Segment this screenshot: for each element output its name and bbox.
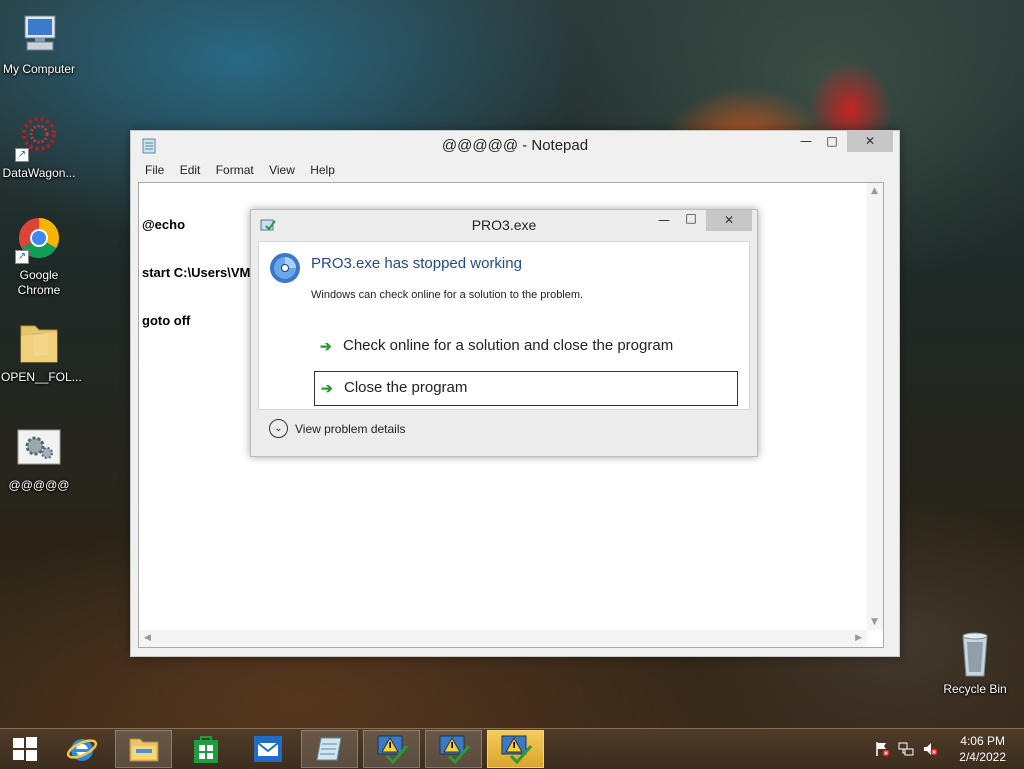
notepad-title: @@@@@ - Notepad xyxy=(441,137,589,154)
internet-explorer-icon xyxy=(66,739,97,761)
desktop-icon-settings-file[interactable]: @@@@@ xyxy=(1,426,77,493)
dialog-footer: ⌄ View problem details xyxy=(258,409,748,448)
scroll-left-icon[interactable]: ◀ xyxy=(144,633,151,643)
menu-format[interactable]: Format xyxy=(210,161,260,177)
desktop-icon-label: DataWagon... xyxy=(2,166,76,180)
chrome-icon: ↗ xyxy=(15,216,63,264)
view-problem-details-link[interactable]: View problem details xyxy=(295,422,406,436)
program-warning-icon xyxy=(377,735,408,764)
menu-file[interactable]: File xyxy=(139,161,170,177)
taskbar-internet-explorer[interactable] xyxy=(53,730,110,768)
desktop-icon-open-folder[interactable]: OPEN__FOL... xyxy=(1,318,82,385)
desktop-icon-label: OPEN__FOL... xyxy=(1,370,82,384)
clock-time: 4:06 PM xyxy=(960,734,1005,748)
close-button[interactable]: ✕ xyxy=(706,210,752,231)
taskbar-mail[interactable] xyxy=(239,730,296,768)
scroll-up-icon[interactable]: ▲ xyxy=(871,186,878,196)
desktop-icon-label: Chrome xyxy=(17,283,61,297)
windows-logo-icon xyxy=(13,737,37,761)
error-heading: PRO3.exe has stopped working xyxy=(311,255,522,272)
chevron-down-icon[interactable]: ⌄ xyxy=(269,419,288,438)
taskbar-notepad[interactable] xyxy=(301,730,358,768)
close-program-button[interactable]: ➔ Close the program xyxy=(314,371,738,406)
taskbar-pro3-window-2[interactable] xyxy=(425,730,482,768)
desktop-icon-label: Recycle Bin xyxy=(943,682,1007,696)
computer-icon xyxy=(15,10,63,58)
scroll-down-icon[interactable]: ▼ xyxy=(871,617,878,627)
desktop-icon-label: Google xyxy=(19,268,59,282)
minimize-button[interactable]: — xyxy=(649,210,679,231)
volume-muted-icon[interactable] xyxy=(922,741,938,761)
taskbar-file-explorer[interactable] xyxy=(115,730,172,768)
green-arrow-icon: ➔ xyxy=(321,380,333,396)
program-disc-icon xyxy=(269,252,301,288)
taskbar-clock[interactable]: 4:06 PM 2/4/2022 xyxy=(959,733,1006,765)
check-online-button[interactable]: ➔ Check online for a solution and close … xyxy=(314,330,734,362)
menu-view[interactable]: View xyxy=(263,161,301,177)
program-warning-icon xyxy=(439,735,470,764)
taskbar-pro3-window-1[interactable] xyxy=(363,730,420,768)
mail-icon xyxy=(253,736,282,762)
shortcut-arrow-icon: ↗ xyxy=(15,250,29,264)
program-warning-icon xyxy=(501,735,532,764)
clock-date: 2/4/2022 xyxy=(959,750,1006,764)
notepad-menubar: File Edit Format View Help xyxy=(131,161,899,181)
horizontal-scrollbar[interactable]: ◀ ▶ xyxy=(139,630,867,647)
close-program-label: Close the program xyxy=(344,379,468,396)
scroll-right-icon[interactable]: ▶ xyxy=(855,633,862,643)
notepad-titlebar[interactable]: @@@@@ - Notepad — □ ✕ xyxy=(131,131,899,161)
folder-icon xyxy=(15,318,63,366)
shortcut-arrow-icon: ↗ xyxy=(15,148,29,162)
desktop-icon-my-computer[interactable]: My Computer xyxy=(1,10,77,77)
start-button[interactable] xyxy=(0,730,50,768)
error-description: Windows can check online for a solution … xyxy=(311,289,584,301)
menu-edit[interactable]: Edit xyxy=(174,161,207,177)
taskbar-store[interactable] xyxy=(177,730,234,768)
check-online-label: Check online for a solution and close th… xyxy=(343,337,674,354)
dialog-body: PRO3.exe has stopped working Windows can… xyxy=(258,241,750,410)
desktop-icon-google-chrome[interactable]: ↗ Google Chrome xyxy=(1,216,77,298)
recycle-bin-icon xyxy=(951,630,999,678)
vertical-scrollbar[interactable]: ▲ ▼ xyxy=(867,183,883,630)
maximize-button[interactable]: □ xyxy=(676,208,706,229)
desktop-icon-recycle-bin[interactable]: Recycle Bin xyxy=(937,630,1013,697)
desktop-icon-label: @@@@@ xyxy=(8,478,70,492)
store-icon xyxy=(193,736,218,763)
maximize-button[interactable]: □ xyxy=(817,131,847,152)
notepad-icon xyxy=(315,737,342,761)
datawagon-icon: ↗ xyxy=(15,114,63,162)
error-dialog[interactable]: PRO3.exe — □ ✕ PRO3.exe has stopped work… xyxy=(250,209,758,457)
file-explorer-icon xyxy=(129,738,158,762)
action-center-flag-icon[interactable] xyxy=(874,741,890,761)
network-icon[interactable] xyxy=(898,741,914,761)
taskbar-pro3-window-3[interactable] xyxy=(487,730,544,768)
desktop-icon-datawagon[interactable]: ↗ DataWagon... xyxy=(1,114,77,181)
green-arrow-icon: ➔ xyxy=(320,338,332,354)
close-button[interactable]: ✕ xyxy=(847,131,893,152)
menu-help[interactable]: Help xyxy=(304,161,341,177)
settings-file-icon xyxy=(15,426,63,474)
desktop-icon-label: My Computer xyxy=(2,62,76,76)
taskbar: 4:06 PM 2/4/2022 xyxy=(0,728,1024,769)
dialog-titlebar[interactable]: PRO3.exe — □ ✕ xyxy=(251,210,757,240)
